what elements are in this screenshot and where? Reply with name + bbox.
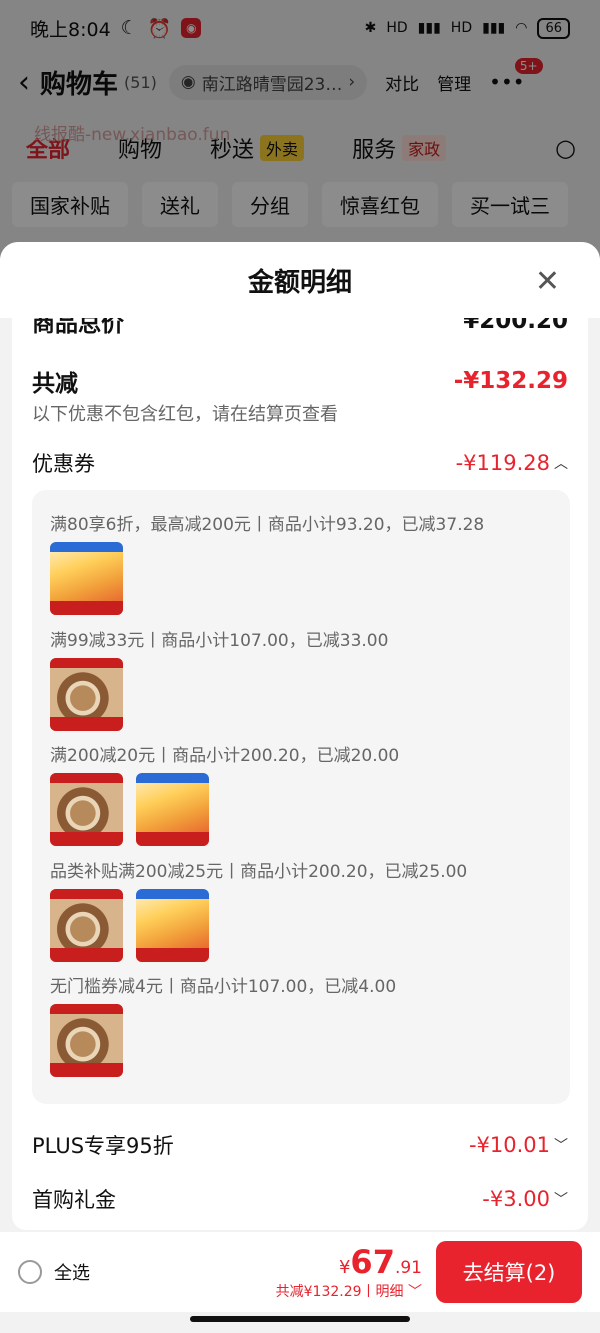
coupon-line: 无门槛券减4元丨商品小计107.00，已减4.00 [50,977,397,997]
page-title: 购物车 [40,69,119,100]
more-menu-icon[interactable]: ••• 5+ [489,58,543,94]
watermark: 线报酷-new.xianbao.fun [34,125,231,145]
product-thumbnail[interactable] [136,773,209,846]
manage-button[interactable]: 管理 [437,70,471,95]
product-thumbnail[interactable] [50,773,123,846]
price-currency: ¥ [338,1257,351,1278]
chevron-down-icon: ﹀ [554,1138,568,1154]
product-thumbnail[interactable] [50,542,123,615]
total-reduce-value: -¥132.29 [453,368,568,394]
chevron-down-icon: ﹀ [408,1284,422,1300]
coupon-line: 品类补贴满200减25元丨商品小计200.20，已减25.00 [50,862,468,882]
compare-button[interactable]: 对比 [385,70,419,95]
chip-try-three[interactable]: 买一试三 [452,182,568,227]
first-purchase-label: 首购礼金 [32,1188,116,1212]
price-integer: 67 [350,1243,395,1281]
chip-national-subsidy[interactable]: 国家补贴 [12,182,128,227]
total-price: ¥ 67 .91 [339,1243,422,1281]
search-icon[interactable]: ○ [555,134,576,162]
coupon-label: 优惠券 [32,452,95,476]
tab-service[interactable]: 服务 家政 [352,132,447,164]
eye-icon: ◉ [180,72,196,92]
status-bar: 晚上8:04 ☾ ⏰ ◉ ✱ HD ▮▮▮ HD ▮▮▮ ◠ 66 [0,0,600,56]
total-reduce-row: 共减 -¥132.29 [32,364,568,398]
bluetooth-icon: ✱ [364,20,377,36]
first-purchase-row[interactable]: 首购礼金 -¥3.00 ﹀ [32,1184,568,1214]
app-notification-icon: ◉ [181,18,202,38]
first-purchase-value: -¥3.00 [482,1187,550,1211]
message-badge: 5+ [514,58,543,74]
filter-chips: 国家补贴 送礼 分组 惊喜红包 买一试三 [12,182,568,227]
signal-icon: ▮▮▮ [417,20,441,36]
sheet-title: 金额明细 [247,267,352,298]
moon-icon: ☾ [120,17,138,39]
detail-toggle[interactable]: 共减¥132.29丨明细 ﹀ [276,1281,422,1301]
product-thumbnail[interactable] [50,889,123,962]
plus-value: -¥10.01 [468,1133,550,1157]
signal-icon: ▮▮▮ [482,20,506,36]
coupon-line: 满80享6折，最高减200元丨商品小计93.20，已减37.28 [50,515,485,535]
signal-label-2: HD [450,20,473,36]
close-icon[interactable]: ✕ [535,264,560,299]
goods-total-row: 商品总价 ¥200.20 [32,318,568,338]
coupon-row[interactable]: 优惠券 -¥119.28 ︿ [32,448,568,478]
chevron-down-icon: ﹀ [554,1192,568,1208]
address-selector[interactable]: ◉ 南江路晴雪园23… › [168,64,368,100]
coupon-line: 满99减33元丨商品小计107.00，已减33.00 [50,631,389,651]
reduce-summary: 共减¥132.29丨明细 [275,1284,404,1300]
tab-tag: 外卖 [260,135,305,161]
product-thumbnail[interactable] [50,658,123,731]
chip-gift[interactable]: 送礼 [142,182,218,227]
signal-label-1: HD [386,20,408,36]
detail-card: 商品总价 ¥200.20 共减 -¥132.29 以下优惠不包含红包，请在结算页… [12,318,588,1230]
back-arrow-icon[interactable]: ‹ [18,65,30,100]
select-all-label[interactable]: 全选 [54,1259,90,1285]
cart-header: ‹ 购物车 (51) ◉ 南江路晴雪园23… › 对比 管理 ••• 5+ [0,56,600,108]
status-time: 晚上8:04 [30,18,111,41]
discount-note: 以下优惠不包含红包，请在结算页查看 [32,404,338,425]
sheet-header: 金额明细 ✕ [0,242,600,318]
wifi-icon: ◠ [515,20,528,36]
battery-indicator: 66 [537,17,570,39]
chip-red-packet[interactable]: 惊喜红包 [322,182,438,227]
coupon-details: 满80享6折，最高减200元丨商品小计93.20，已减37.28 满99减33元… [32,490,570,1104]
plus-discount-row[interactable]: PLUS专享95折 -¥10.01 ﹀ [32,1130,568,1160]
product-thumbnail[interactable] [50,1004,123,1077]
goods-total-value: ¥200.20 [463,318,568,334]
total-reduce-label: 共减 [32,371,78,397]
address-text: 南江路晴雪园23… [201,74,343,95]
price-summary: ¥ 67 .91 共减¥132.29丨明细 ﹀ [276,1243,422,1301]
product-thumbnail[interactable] [136,889,209,962]
price-decimal: .91 [394,1258,422,1278]
checkout-button[interactable]: 去结算(2) [436,1241,582,1303]
cart-count: (51) [124,72,157,92]
coupon-value: -¥119.28 [455,451,550,475]
amount-detail-sheet: 金额明细 ✕ 商品总价 ¥200.20 共减 -¥132.29 以下优惠不包含红… [0,242,600,1333]
plus-label: PLUS专享95折 [32,1134,174,1158]
tab-label: 服务 [352,138,397,163]
tab-tag: 家政 [402,135,447,161]
chevron-up-icon: ︿ [554,456,568,472]
chevron-right-icon: › [348,72,356,92]
checkout-bar: 全选 ¥ 67 .91 共减¥132.29丨明细 ﹀ 去结算(2) [0,1232,600,1312]
coupon-line: 满200减20元丨商品小计200.20，已减20.00 [50,746,400,766]
home-indicator [190,1316,410,1322]
chip-group[interactable]: 分组 [232,182,308,227]
select-all-radio[interactable] [18,1260,42,1284]
alarm-icon: ⏰ [147,17,172,40]
goods-total-label: 商品总价 [32,318,124,337]
